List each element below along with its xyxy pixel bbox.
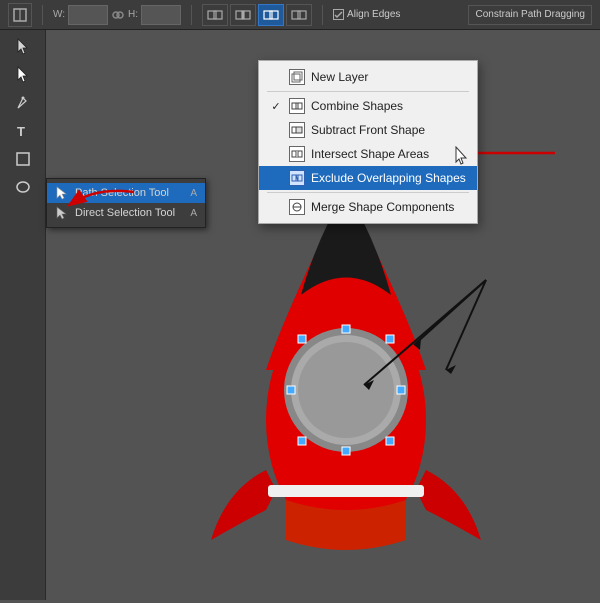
direct-selection-label: Direct Selection Tool: [75, 207, 175, 219]
toolbox: T: [0, 30, 46, 600]
direct-selection-tool-item[interactable]: Direct Selection Tool A: [47, 203, 205, 223]
menu-intersect[interactable]: Intersect Shape Areas: [259, 142, 477, 166]
path-selection-label: Path Selection Tool: [75, 187, 169, 199]
merge-icon: [289, 199, 305, 215]
menu-merge-components[interactable]: Merge Shape Components: [259, 195, 477, 219]
shape-btn-4[interactable]: [286, 4, 312, 26]
shape-btn-1[interactable]: [202, 4, 228, 26]
combine-shapes-label: Combine Shapes: [311, 99, 403, 113]
direct-shortcut: A: [190, 208, 197, 219]
path-shortcut: A: [190, 188, 197, 199]
svg-text:T: T: [17, 124, 25, 139]
link-icon: [111, 8, 125, 22]
combine-icon: [289, 98, 305, 114]
pen-tool-btn[interactable]: [4, 90, 42, 116]
rect-tool-btn[interactable]: [4, 146, 42, 172]
h-label: H:: [128, 9, 138, 20]
align-edges-group: Align Edges: [333, 9, 400, 20]
tool-popup: Path Selection Tool A Direct Selection T…: [46, 178, 206, 228]
menu-divider-2: [267, 192, 469, 193]
separator-2: [191, 5, 192, 25]
intersect-icon: [289, 146, 305, 162]
direct-selection-icon: [55, 206, 69, 220]
menu-divider-1: [267, 91, 469, 92]
w-label: W:: [53, 9, 65, 20]
direct-selection-tool-btn[interactable]: [4, 62, 42, 88]
constrain-label: Constrain Path Dragging: [475, 9, 585, 20]
subtract-front-label: Subtract Front Shape: [311, 123, 425, 137]
align-edges-checkbox[interactable]: [333, 9, 344, 20]
canvas-area: T Path Selection Tool A Direct Selection…: [0, 30, 600, 600]
exclude-icon: [289, 170, 305, 186]
path-selection-tool-item[interactable]: Path Selection Tool A: [47, 183, 205, 203]
w-input[interactable]: [68, 5, 108, 25]
shape-ops: [202, 4, 312, 26]
new-layer-label: New Layer: [311, 70, 368, 84]
separator-3: [322, 5, 323, 25]
path-selection-icon: [55, 186, 69, 200]
shape-btn-2[interactable]: [230, 4, 256, 26]
selection-tool-btn[interactable]: [4, 34, 42, 60]
shape-btn-3[interactable]: [258, 4, 284, 26]
menu-combine-shapes[interactable]: ✓ Combine Shapes: [259, 94, 477, 118]
type-tool-btn[interactable]: T: [4, 118, 42, 144]
ellipse-tool-btn[interactable]: [4, 174, 42, 200]
top-toolbar: W: H: Align Edges: [0, 0, 600, 30]
intersect-label: Intersect Shape Areas: [311, 147, 429, 161]
separator-1: [42, 5, 43, 25]
dropdown-menu: New Layer ✓ Combine Shapes Subtract Fron…: [258, 60, 478, 224]
toolbar-icon-1[interactable]: [8, 3, 32, 27]
align-edges-label: Align Edges: [347, 9, 400, 20]
h-input[interactable]: [141, 5, 181, 25]
merge-label: Merge Shape Components: [311, 200, 454, 214]
menu-subtract-front[interactable]: Subtract Front Shape: [259, 118, 477, 142]
subtract-icon: [289, 122, 305, 138]
new-layer-icon: [289, 69, 305, 85]
exclude-label: Exclude Overlapping Shapes: [311, 171, 466, 185]
menu-new-layer[interactable]: New Layer: [259, 65, 477, 89]
constrain-btn[interactable]: Constrain Path Dragging: [468, 5, 592, 25]
menu-exclude-overlapping[interactable]: Exclude Overlapping Shapes: [259, 166, 477, 190]
